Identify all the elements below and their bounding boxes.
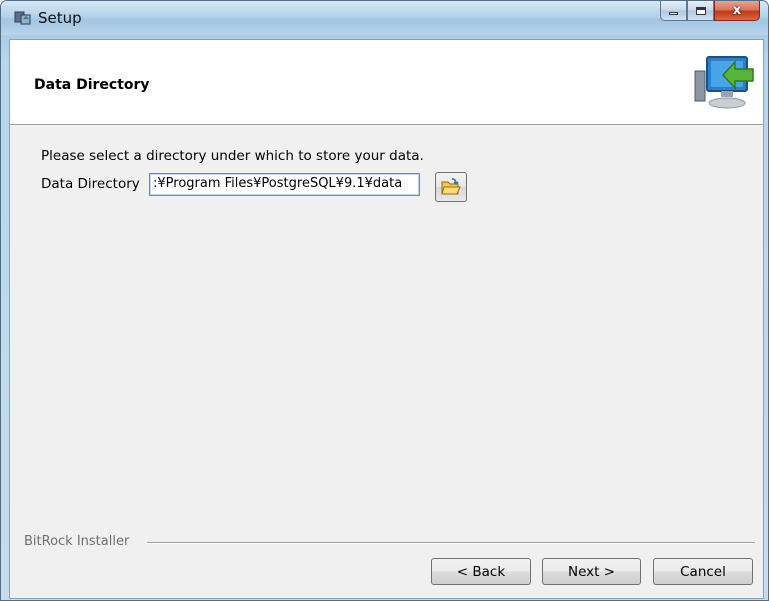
footer-divider: [147, 542, 755, 544]
close-button[interactable]: x: [714, 1, 760, 21]
data-directory-label: Data Directory: [41, 176, 140, 192]
instruction-text: Please select a directory under which to…: [41, 148, 424, 164]
close-icon: x: [732, 3, 742, 18]
wizard-header: Data Directory: [10, 40, 763, 125]
next-button[interactable]: Next >: [542, 558, 641, 585]
maximize-button[interactable]: [687, 1, 714, 21]
minimize-button[interactable]: [660, 1, 687, 21]
setup-app-icon: [14, 11, 31, 25]
dialog-client-area: Data Directory Please select a directory…: [9, 39, 764, 599]
title-bar[interactable]: Setup x: [1, 1, 768, 35]
cancel-button[interactable]: Cancel: [653, 558, 753, 585]
folder-open-icon: [441, 178, 461, 195]
caption-buttons: x: [660, 1, 760, 21]
browse-button[interactable]: [435, 172, 467, 202]
data-directory-input[interactable]: :¥Program Files¥PostgreSQL¥9.1¥data: [149, 173, 420, 196]
minimize-icon: [669, 12, 678, 15]
window-title: Setup: [38, 9, 82, 27]
maximize-icon: [695, 6, 706, 15]
setup-window: Setup x Data Directory Please select a d…: [0, 0, 769, 601]
installer-brand-label: BitRock Installer: [24, 534, 130, 549]
back-button[interactable]: < Back: [431, 558, 531, 585]
computer-arrow-icon: [694, 56, 754, 109]
page-title: Data Directory: [34, 77, 150, 93]
